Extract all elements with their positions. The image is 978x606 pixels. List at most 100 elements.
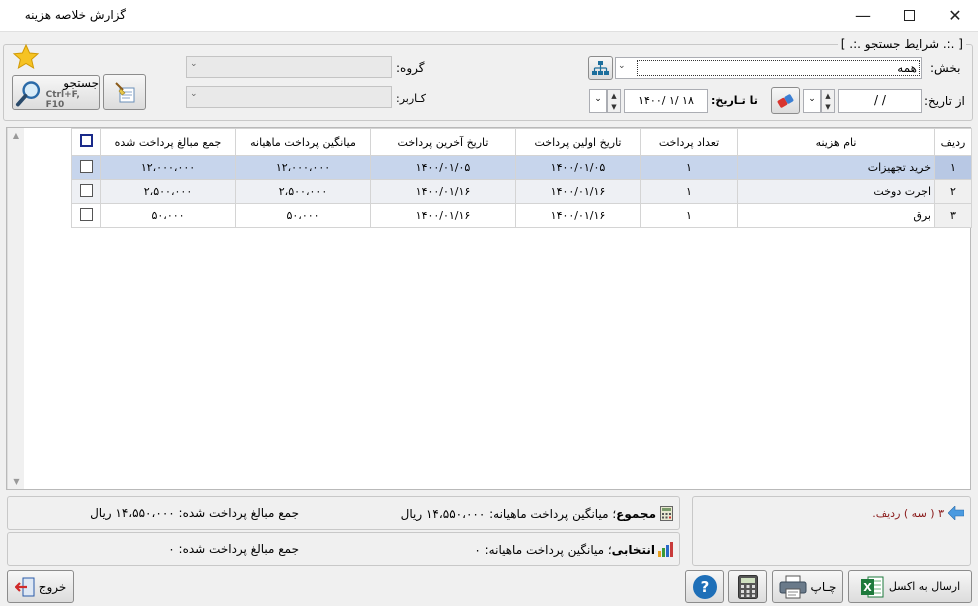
minimize-button[interactable]: —	[840, 0, 886, 31]
chevron-down-icon: ⌄	[594, 94, 602, 104]
calculator-button[interactable]	[728, 570, 767, 603]
avg-cell: ۲،۵۰۰،۰۰۰	[235, 179, 371, 204]
row-count-panel: ۳ ( سه ) ردیف.	[692, 496, 971, 566]
to-date-input[interactable]: ۱۴۰۰/ ۱/ ۱۸	[624, 89, 708, 113]
total-summary-panel: مجموع ؛ میانگین پرداخت ماهیانه: ۱۴،۵۵۰،۰…	[7, 496, 680, 530]
avg-cell: ۵۰،۰۰۰	[235, 203, 371, 228]
exit-label: خروج	[38, 579, 67, 594]
svg-text:?: ?	[700, 578, 709, 596]
search-button-label: جستجو	[63, 75, 99, 90]
export-excel-label: ارسال به اکسل	[888, 580, 961, 593]
total-summary-line: مجموع ؛ میانگین پرداخت ماهیانه: ۱۴،۵۵۰،۰…	[401, 506, 673, 521]
count-cell: ۱	[640, 155, 738, 180]
row-checkbox[interactable]	[79, 207, 93, 221]
select-all-header[interactable]	[71, 128, 101, 156]
avg-cell: ۱۲،۰۰۰،۰۰۰	[235, 155, 371, 180]
section-label: بخش:	[930, 61, 961, 75]
vertical-scrollbar[interactable]: ▲ ▼	[7, 128, 24, 489]
sum-cell: ۲،۵۰۰،۰۰۰	[100, 179, 236, 204]
column-header-index[interactable]: ردیف	[934, 128, 972, 156]
star-icon	[12, 43, 40, 70]
column-header-avg[interactable]: میانگین پرداخت ماهیانه	[235, 128, 371, 156]
last-date-cell: ۱۴۰۰/۰۱/۱۶	[370, 179, 516, 204]
table-row[interactable]: ۲،۵۰۰،۰۰۰ ۲،۵۰۰،۰۰۰ ۱۴۰۰/۰۱/۱۶ ۱۴۰۰/۰۱/۱…	[71, 179, 972, 204]
total-avg-text: ؛ میانگین پرداخت ماهیانه: ۱۴،۵۵۰،۰۰۰ ریا…	[400, 506, 617, 521]
table-row[interactable]: ۱۲،۰۰۰،۰۰۰ ۱۲،۰۰۰،۰۰۰ ۱۴۰۰/۰۱/۰۵ ۱۴۰۰/۰۱…	[71, 155, 972, 180]
scroll-down-icon[interactable]: ▼	[8, 477, 25, 486]
chevron-down-icon: ⌄	[808, 94, 816, 104]
group-label: گروه:	[396, 61, 425, 75]
selected-sum-text: جمع مبالغ پرداخت شده: ۰	[168, 542, 299, 556]
to-date-label: تا تـاریخ:	[711, 94, 758, 107]
chevron-down-icon: ⌄	[618, 61, 626, 71]
arrow-left-icon	[948, 506, 964, 520]
export-excel-button[interactable]: X ارسال به اکسل	[848, 570, 972, 603]
row-checkbox-cell[interactable]	[71, 203, 101, 228]
maximize-icon	[903, 10, 915, 21]
window-title: گزارش خلاصه هزینه	[24, 8, 126, 22]
clear-form-icon	[114, 82, 134, 103]
calculator-icon	[737, 574, 758, 599]
row-count-text: ۳ ( سه ) ردیف.	[872, 506, 944, 520]
user-select[interactable]: ⌄	[186, 86, 392, 108]
org-chart-button[interactable]	[588, 56, 613, 80]
selected-avg-text: ؛ میانگین پرداخت ماهیانه: ۰	[474, 542, 612, 557]
row-checkbox[interactable]	[79, 183, 93, 197]
select-all-checkbox[interactable]	[79, 134, 93, 147]
total-label: مجموع	[616, 506, 656, 521]
title-bar: گزارش خلاصه هزینه — ✕	[0, 0, 978, 31]
count-cell: ۱	[640, 179, 738, 204]
count-cell: ۱	[640, 203, 738, 228]
user-label: کـاربر:	[396, 92, 426, 105]
print-button[interactable]: چـاپ	[772, 570, 843, 603]
search-shortcut-hint: Ctrl+F, F10	[45, 89, 80, 110]
scroll-up-icon[interactable]: ▲	[8, 128, 24, 140]
last-date-cell: ۱۴۰۰/۰۱/۰۵	[370, 155, 516, 180]
calculator-icon	[660, 506, 673, 521]
expense-summary-table: جمع مبالغ پرداخت شده میانگین پرداخت ماهی…	[71, 128, 972, 228]
search-button[interactable]: جستجو Ctrl+F, F10	[12, 75, 100, 110]
column-header-count[interactable]: تعداد پرداخت	[640, 128, 738, 156]
favorite-button[interactable]	[12, 43, 40, 71]
minimize-icon: —	[855, 6, 871, 25]
section-select-value: همه	[637, 60, 920, 76]
sum-cell: ۵۰،۰۰۰	[100, 203, 236, 228]
exit-button[interactable]: خروج	[7, 570, 74, 603]
search-conditions-title: [ .:. شرایط جستجو .:. ]	[837, 37, 966, 51]
selected-label: انتخابی	[611, 542, 655, 557]
org-chart-icon	[592, 60, 609, 75]
column-header-name[interactable]: نام هزینه	[737, 128, 935, 156]
to-date-spinner[interactable]: ▲ ▼	[607, 89, 621, 113]
row-checkbox[interactable]	[79, 159, 93, 173]
selected-summary-line: انتخابی ؛ میانگین پرداخت ماهیانه: ۰	[474, 542, 673, 557]
data-grid-container: ▲ ▼ جمع مبالغ پرداخت شده میانگین پرداخت …	[6, 127, 972, 490]
from-date-label: از تاریخ:	[924, 94, 965, 108]
name-cell: اجرت دوخت	[737, 179, 935, 204]
magnifier-icon	[15, 80, 41, 106]
from-date-spinner[interactable]: ▲ ▼	[821, 89, 835, 113]
group-select[interactable]: ⌄	[186, 56, 392, 78]
table-row[interactable]: ۵۰،۰۰۰ ۵۰،۰۰۰ ۱۴۰۰/۰۱/۱۶ ۱۴۰۰/۰۱/۱۶ ۱ بر…	[71, 203, 972, 228]
column-header-sum[interactable]: جمع مبالغ پرداخت شده	[100, 128, 236, 156]
exit-icon	[14, 577, 35, 596]
total-sum-text: جمع مبالغ پرداخت شده: ۱۴،۵۵۰،۰۰۰ ریال	[90, 506, 299, 520]
column-header-last-date[interactable]: تاریخ آخرین پرداخت	[370, 128, 516, 156]
index-cell: ۲	[934, 179, 972, 204]
from-date-input[interactable]: / /	[838, 89, 922, 113]
section-select[interactable]: همه ⌄	[615, 57, 922, 79]
clear-dates-button[interactable]	[771, 87, 800, 114]
row-count-line: ۳ ( سه ) ردیف.	[872, 506, 964, 520]
help-button[interactable]: ?	[685, 570, 724, 603]
maximize-button[interactable]	[886, 0, 932, 31]
row-checkbox-cell[interactable]	[71, 155, 101, 180]
from-date-dropdown[interactable]: ⌄	[803, 89, 821, 113]
last-date-cell: ۱۴۰۰/۰۱/۱۶	[370, 203, 516, 228]
chevron-down-icon: ⌄	[190, 89, 198, 99]
row-checkbox-cell[interactable]	[71, 179, 101, 204]
column-header-first-date[interactable]: تاریخ اولین پرداخت	[515, 128, 641, 156]
clear-form-button[interactable]	[103, 74, 146, 110]
table-header-row: جمع مبالغ پرداخت شده میانگین پرداخت ماهی…	[71, 128, 972, 156]
close-button[interactable]: ✕	[932, 0, 978, 31]
name-cell: برق	[737, 203, 935, 228]
to-date-dropdown[interactable]: ⌄	[589, 89, 607, 113]
